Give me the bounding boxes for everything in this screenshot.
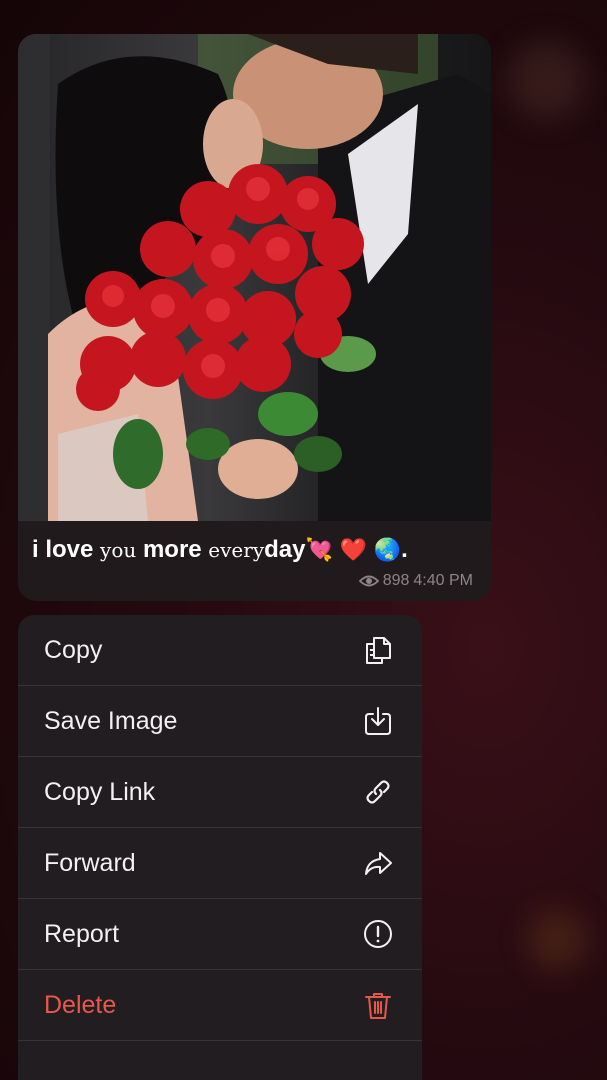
menu-item-copy[interactable]: Copy (18, 615, 422, 686)
menu-item-label: Save Image (44, 706, 178, 735)
heart-arrow-emoji: 💘 (305, 538, 333, 563)
trash-icon (362, 989, 394, 1021)
background-glow (507, 40, 587, 120)
message-bubble[interactable]: i love you more everyday💘 ❤️ 🌏. 898 4:40… (18, 34, 491, 601)
link-icon (362, 776, 394, 808)
caption-text-5: day (264, 536, 306, 563)
menu-item-forward[interactable]: Forward (18, 828, 422, 899)
menu-item-report[interactable]: Report (18, 899, 422, 970)
caption-text-1: i love (32, 536, 94, 563)
couple-with-roses-image (18, 34, 491, 521)
eye-icon (358, 575, 379, 587)
globe-emoji: 🌏 (373, 538, 402, 563)
message-meta: 898 4:40 PM (358, 572, 473, 590)
menu-item-label: Copy (44, 635, 103, 664)
caption-text-4: every (208, 538, 265, 562)
menu-item-copy-link[interactable]: Copy Link (18, 757, 422, 828)
menu-item-label: Report (44, 919, 120, 948)
message-time: 4:40 PM (413, 572, 473, 589)
caption-text-3: more (142, 536, 202, 563)
exclamation-circle-icon (362, 918, 394, 950)
menu-bottom-area (18, 1041, 422, 1080)
caption-period: . (401, 536, 408, 563)
view-count: 898 (382, 572, 410, 589)
context-menu: Copy Save Image Copy Link Forward Report… (18, 615, 422, 1080)
menu-item-label: Delete (44, 990, 117, 1019)
menu-item-save-image[interactable]: Save Image (18, 686, 422, 757)
copy-icon (362, 634, 394, 666)
menu-item-label: Copy Link (44, 777, 156, 806)
menu-item-label: Forward (44, 848, 136, 877)
background-glow-bottom (527, 910, 587, 970)
red-heart-emoji: ❤️ (339, 538, 367, 563)
download-icon (362, 705, 394, 737)
menu-item-delete[interactable]: Delete (18, 970, 422, 1041)
forward-arrow-icon (362, 847, 394, 879)
message-photo[interactable] (18, 34, 491, 521)
message-caption: i love you more everyday💘 ❤️ 🌏. (32, 536, 482, 564)
caption-text-2: you (100, 538, 137, 562)
